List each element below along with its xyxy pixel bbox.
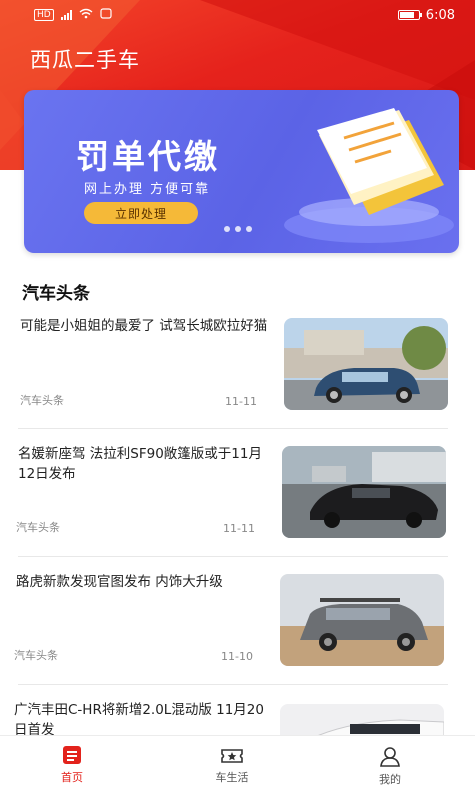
status-bar: HD 6:08 — [0, 0, 475, 30]
carousel-dot[interactable] — [224, 226, 230, 232]
news-icon — [63, 746, 81, 764]
news-date: 11-11 — [223, 522, 255, 535]
tab-mine-label: 我的 — [379, 773, 401, 786]
tab-mine[interactable]: 我的 — [330, 736, 450, 792]
status-time: 6:08 — [425, 7, 455, 23]
banner-title: 罚单代缴 — [76, 137, 220, 176]
wifi-icon — [79, 8, 93, 22]
promo-banner[interactable]: 罚单代缴 网上办理 方便可靠 立即处理 — [24, 90, 459, 253]
news-thumbnail — [280, 574, 444, 666]
status-left: HD — [34, 8, 112, 22]
signal-icon — [60, 10, 72, 20]
news-title: 广汽丰田C-HR将新增2.0L混动版 11月20日首发 — [14, 702, 264, 738]
news-date: 11-11 — [225, 395, 257, 408]
notification-icon — [100, 8, 112, 22]
user-icon — [380, 747, 400, 767]
tab-car-life-label: 车生活 — [215, 771, 249, 784]
news-title: 路虎新款发现官图发布 内饰大升级 — [16, 574, 223, 590]
news-source: 汽车头条 — [20, 394, 64, 407]
document-illustration — [284, 108, 454, 243]
carrier-badge: HD — [34, 9, 54, 21]
carousel-dot[interactable] — [246, 226, 252, 232]
handle-now-button[interactable]: 立即处理 — [84, 202, 198, 224]
ticket-icon — [221, 749, 243, 763]
news-title: 可能是小姐姐的最爱了 试驾长城欧拉好猫 — [20, 318, 268, 334]
news-item[interactable]: 可能是小姐姐的最爱了 试驾长城欧拉好猫 汽车头条 11-11 — [0, 308, 475, 433]
banner-subtitle: 网上办理 方便可靠 — [84, 182, 211, 197]
carousel-indicator[interactable] — [224, 226, 252, 232]
tab-car-life[interactable]: 车生活 — [172, 736, 292, 792]
divider — [18, 428, 448, 429]
divider — [18, 556, 448, 557]
tab-home-label: 首页 — [61, 771, 83, 784]
bottom-tab-bar: 首页 车生活 我的 — [0, 735, 475, 792]
news-item[interactable]: 名媛新座驾 法拉利SF90敞篷版或于11月12日发布 汽车头条 11-11 — [0, 436, 475, 561]
battery-icon — [397, 10, 422, 20]
news-thumbnail — [282, 446, 446, 538]
news-title: 名媛新座驾 法拉利SF90敞篷版或于11月12日发布 — [18, 446, 262, 482]
news-thumbnail — [284, 318, 448, 410]
news-date: 11-10 — [221, 650, 253, 663]
divider — [18, 684, 448, 685]
news-source: 汽车头条 — [16, 521, 60, 534]
tab-home[interactable]: 首页 — [12, 736, 132, 792]
news-source: 汽车头条 — [14, 649, 58, 662]
news-item[interactable]: 路虎新款发现官图发布 内饰大升级 汽车头条 11-10 — [0, 564, 475, 689]
section-title: 汽车头条 — [22, 284, 90, 304]
status-right: 6:08 — [397, 7, 455, 23]
carousel-dot[interactable] — [235, 226, 241, 232]
app-title: 西瓜二手车 — [30, 48, 140, 72]
